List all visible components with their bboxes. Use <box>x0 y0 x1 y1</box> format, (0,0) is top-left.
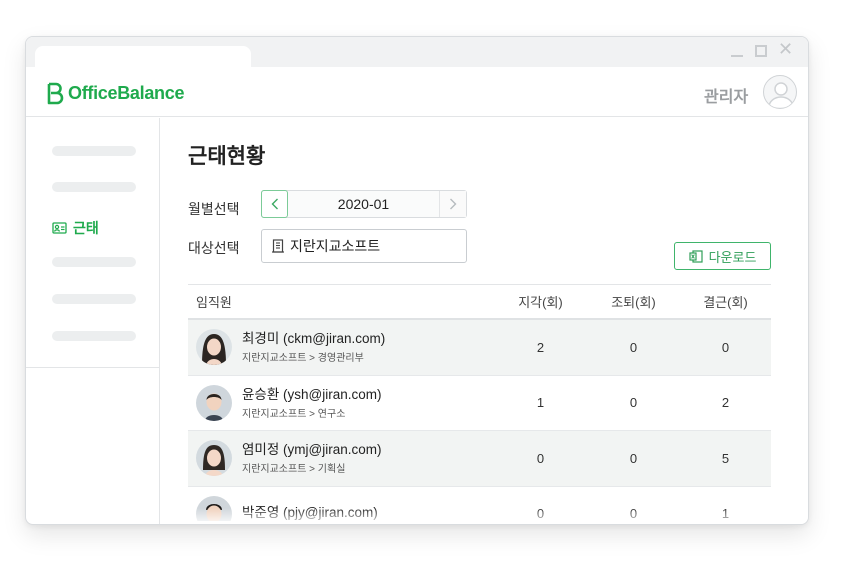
maximize-icon[interactable] <box>755 45 767 57</box>
brand-logo[interactable]: OfficeBalance <box>46 81 184 105</box>
absent-count: 0 <box>721 339 730 355</box>
absent-count: 2 <box>721 395 730 411</box>
early-count: 0 <box>629 339 638 355</box>
attendance-table: 임직원 지각(회) 조퇴(회) 결근(회) 최경미 (ckm@jiran.com… <box>188 284 771 521</box>
logo-mark-icon <box>47 82 64 105</box>
employee-name: 윤승환 (ysh@jiran.com) <box>242 386 382 402</box>
month-value[interactable]: 2020-01 <box>288 191 439 217</box>
main-content: 근태현황 월별선택 2020-01 대상선택 지란지교소프트 다운로드 임직원 … <box>161 118 808 524</box>
early-count: 0 <box>629 506 638 521</box>
early-count: 0 <box>629 450 638 466</box>
page-title: 근태현황 <box>188 145 266 168</box>
user-name[interactable]: 관리자 <box>704 83 748 107</box>
minimize-icon[interactable] <box>730 44 744 58</box>
avatar <box>196 384 232 421</box>
employee-name: 최경미 (ckm@jiran.com) <box>242 331 386 347</box>
col-late: 지각(회) <box>518 295 563 310</box>
employee-dept: 지란지교소프트 > 기획실 <box>242 464 346 476</box>
table-row[interactable]: 최경미 (ckm@jiran.com) 지란지교소프트 > 경영관리부 2 0 … <box>188 320 771 376</box>
sidebar-divider <box>26 367 160 368</box>
month-label: 월별선택 <box>188 201 240 217</box>
sidebar-item-label: 근태 <box>73 220 99 236</box>
employee-cell: 염미정 (ymj@jiran.com) 지란지교소프트 > 기획실 <box>188 440 494 477</box>
absent-count: 1 <box>721 506 730 521</box>
col-absent: 결근(회) <box>703 295 748 310</box>
col-employee: 임직원 <box>196 295 232 310</box>
employee-dept: 지란지교소프트 > 경영관리부 <box>242 353 364 365</box>
col-early: 조퇴(회) <box>611 295 656 310</box>
late-count: 0 <box>536 506 545 521</box>
absent-count: 5 <box>721 450 730 466</box>
user-silhouette-icon <box>768 82 794 108</box>
download-label: 다운로드 <box>708 249 757 265</box>
sidebar-placeholder <box>52 182 136 192</box>
user-avatar[interactable] <box>763 75 797 109</box>
prev-month-button[interactable] <box>261 190 288 218</box>
employee-name: 염미정 (ymj@jiran.com) <box>242 442 382 458</box>
close-icon[interactable]: ✕ <box>778 40 793 58</box>
building-icon <box>272 239 284 253</box>
sidebar-placeholder <box>52 146 136 156</box>
target-label: 대상선택 <box>188 240 240 256</box>
target-value: 지란지교소프트 <box>290 238 381 254</box>
table-row[interactable]: 염미정 (ymj@jiran.com) 지란지교소프트 > 기획실 0 0 5 <box>188 431 771 487</box>
late-count: 2 <box>536 339 545 355</box>
sidebar-placeholder <box>52 294 136 304</box>
avatar <box>196 329 232 366</box>
download-button[interactable]: 다운로드 <box>674 242 771 270</box>
early-count: 0 <box>629 395 638 411</box>
sidebar-placeholder <box>52 331 136 341</box>
target-select[interactable]: 지란지교소프트 <box>261 229 467 263</box>
avatar <box>196 495 232 521</box>
brand-name: OfficeBalance <box>68 82 185 103</box>
title-bar: ✕ <box>26 37 808 68</box>
table-header: 임직원 지각(회) 조퇴(회) 결근(회) <box>188 284 771 320</box>
late-count: 1 <box>536 395 545 411</box>
next-month-button[interactable] <box>439 191 466 217</box>
sidebar-item-attendance[interactable]: 근태 <box>52 218 99 238</box>
table-row[interactable]: 윤승환 (ysh@jiran.com) 지란지교소프트 > 연구소 1 0 2 <box>188 376 771 431</box>
chevron-left-icon <box>271 198 278 210</box>
employee-name: 박준영 (pjy@jiran.com) <box>242 505 378 521</box>
sidebar-placeholder <box>52 257 136 267</box>
employee-cell: 최경미 (ckm@jiran.com) 지란지교소프트 > 경영관리부 <box>188 329 494 366</box>
excel-icon <box>688 249 703 263</box>
table-row[interactable]: 박준영 (pjy@jiran.com) 0 0 1 <box>188 487 771 521</box>
employee-cell: 윤승환 (ysh@jiran.com) 지란지교소프트 > 연구소 <box>188 384 494 421</box>
month-picker: 2020-01 <box>261 190 467 218</box>
employee-dept: 지란지교소프트 > 연구소 <box>242 408 346 420</box>
late-count: 0 <box>536 450 545 466</box>
avatar <box>196 440 232 477</box>
attendance-card-icon <box>52 222 67 234</box>
browser-tab[interactable] <box>35 46 251 68</box>
employee-cell: 박준영 (pjy@jiran.com) <box>188 495 494 521</box>
table-body: 최경미 (ckm@jiran.com) 지란지교소프트 > 경영관리부 2 0 … <box>188 320 771 521</box>
sidebar: 근태 <box>26 118 160 524</box>
app-header: OfficeBalance 관리자 <box>26 67 808 117</box>
app-window: ✕ OfficeBalance 관리자 근태 근태현황 월별선택 2020-01… <box>25 36 809 525</box>
chevron-right-icon <box>450 198 457 210</box>
